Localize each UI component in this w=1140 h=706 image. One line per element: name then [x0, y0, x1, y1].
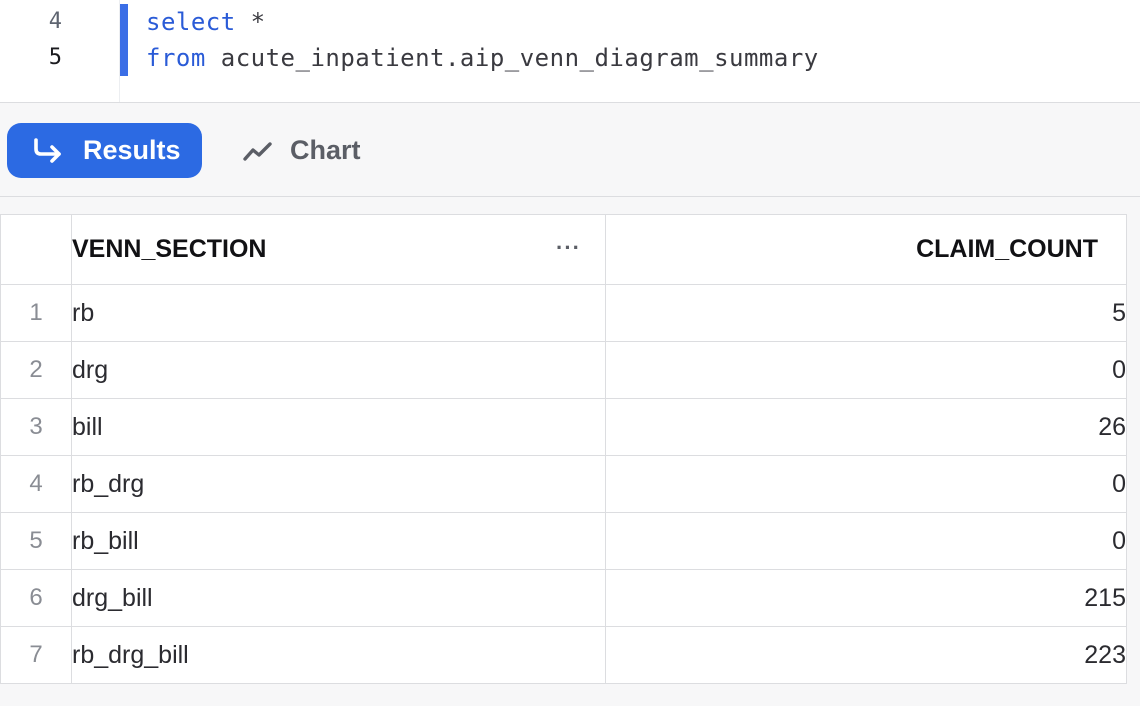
column-header-label: CLAIM_COUNT — [916, 235, 1098, 263]
table-row[interactable]: 5 rb_bill 0 — [0, 512, 1127, 570]
row-index: 5 — [0, 512, 72, 570]
line-number: 5 — [48, 45, 62, 70]
code-text[interactable]: from acute_inpatient.aip_venn_diagram_su… — [146, 40, 819, 76]
results-table: VENN_SECTION ··· CLAIM_COUNT 1 rb 5 2 dr… — [0, 214, 1127, 684]
row-index: 3 — [0, 398, 72, 456]
code-text[interactable]: select * — [146, 4, 266, 40]
cell-venn-section[interactable]: rb_drg — [71, 455, 606, 513]
row-index: 4 — [0, 455, 72, 513]
line-number: 4 — [48, 9, 62, 34]
cell-claim-count[interactable]: 223 — [605, 626, 1127, 684]
cell-claim-count[interactable]: 0 — [605, 455, 1127, 513]
code-line-5[interactable]: 5 from acute_inpatient.aip_venn_diagram_… — [0, 40, 1140, 76]
table-row[interactable]: 4 rb_drg 0 — [0, 455, 1127, 513]
cell-claim-count[interactable]: 0 — [605, 512, 1127, 570]
return-arrow-icon — [31, 136, 67, 166]
sql-keyword: select — [146, 8, 236, 36]
cell-venn-section[interactable]: rb — [71, 284, 606, 342]
table-row[interactable]: 1 rb 5 — [0, 284, 1127, 342]
tab-results-label: Results — [83, 135, 181, 165]
code-line-4[interactable]: 4 select * — [0, 4, 1140, 40]
table-row[interactable]: 6 drg_bill 215 — [0, 569, 1127, 627]
result-tabs-bar: Results Chart — [0, 103, 1140, 197]
cell-venn-section[interactable]: drg — [71, 341, 606, 399]
table-row[interactable]: 2 drg 0 — [0, 341, 1127, 399]
tab-results[interactable]: Results — [7, 123, 202, 178]
column-menu-icon[interactable]: ··· — [556, 235, 581, 261]
sql-text: * — [235, 8, 266, 36]
tab-chart-label: Chart — [290, 135, 361, 165]
results-grid-area: VENN_SECTION ··· CLAIM_COUNT 1 rb 5 2 dr… — [0, 197, 1140, 706]
table-header-row: VENN_SECTION ··· CLAIM_COUNT — [0, 214, 1127, 285]
row-index: 1 — [0, 284, 72, 342]
line-chart-icon — [242, 136, 274, 166]
row-index: 7 — [0, 626, 72, 684]
row-index: 2 — [0, 341, 72, 399]
active-line-marker — [120, 40, 128, 76]
cell-venn-section[interactable]: bill — [71, 398, 606, 456]
column-header-label: VENN_SECTION — [72, 235, 267, 263]
row-index: 6 — [0, 569, 72, 627]
cell-venn-section[interactable]: rb_bill — [71, 512, 606, 570]
table-row[interactable]: 3 bill 26 — [0, 398, 1127, 456]
row-index-header — [0, 214, 72, 285]
cell-claim-count[interactable]: 26 — [605, 398, 1127, 456]
tab-chart[interactable]: Chart — [242, 123, 382, 178]
sql-keyword: from — [146, 44, 206, 72]
table-row[interactable]: 7 rb_drg_bill 223 — [0, 626, 1127, 684]
column-header-venn-section[interactable]: VENN_SECTION ··· — [71, 214, 606, 285]
sql-text: acute_inpatient.aip_venn_diagram_summary — [205, 44, 819, 72]
cell-claim-count[interactable]: 5 — [605, 284, 1127, 342]
cell-claim-count[interactable]: 215 — [605, 569, 1127, 627]
column-header-claim-count[interactable]: CLAIM_COUNT — [605, 214, 1127, 285]
cell-claim-count[interactable]: 0 — [605, 341, 1127, 399]
sql-editor[interactable]: 4 select * 5 from acute_inpatient.aip_ve… — [0, 0, 1140, 103]
cell-venn-section[interactable]: drg_bill — [71, 569, 606, 627]
cell-venn-section[interactable]: rb_drg_bill — [71, 626, 606, 684]
active-line-marker — [120, 4, 128, 40]
